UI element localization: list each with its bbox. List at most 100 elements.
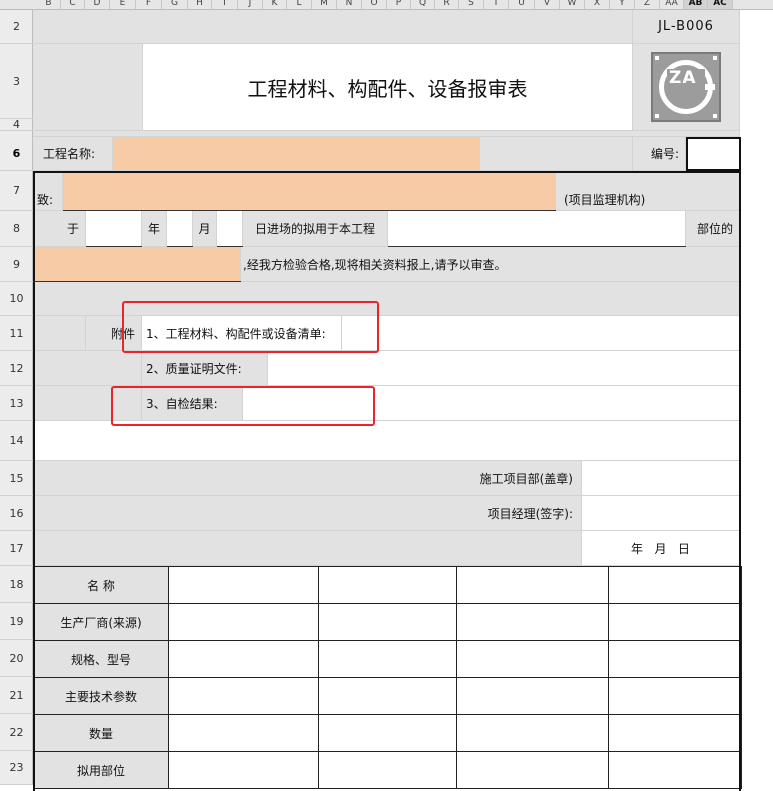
table-input-cell[interactable] [456, 677, 609, 715]
row-header-12[interactable]: 12 [0, 351, 33, 386]
title-cell[interactable]: 工程材料、构配件、设备报审表 [143, 44, 633, 131]
row-header-16[interactable]: 16 [0, 496, 33, 531]
number-label-cell[interactable]: 编号: [633, 137, 686, 171]
table-row-label-cell[interactable]: 规格、型号 [33, 640, 169, 678]
column-header-u[interactable]: U [509, 0, 535, 9]
column-header-f[interactable]: F [136, 0, 162, 9]
entry-date-input[interactable] [217, 211, 243, 247]
column-header-i[interactable]: I [212, 0, 238, 9]
manager-label-cell[interactable]: 项目经理(签字): [33, 496, 582, 531]
table-input-cell[interactable] [608, 566, 742, 604]
column-header-s[interactable]: S [459, 0, 484, 9]
column-header-m[interactable]: M [312, 0, 337, 9]
entry-month-input[interactable] [167, 211, 193, 247]
column-header-y[interactable]: Y [610, 0, 635, 9]
row11-left[interactable] [33, 316, 86, 351]
column-header-aa[interactable]: AA [660, 0, 684, 9]
table-input-cell[interactable] [168, 566, 319, 604]
table-input-cell[interactable] [608, 640, 742, 678]
to-label-cell[interactable]: 致: [33, 171, 63, 211]
row-header-10[interactable]: 10 [0, 282, 33, 316]
project-name-input[interactable] [113, 137, 480, 171]
row-header-15[interactable]: 15 [0, 461, 33, 496]
form-code-cell[interactable]: JL-B006 [633, 10, 740, 44]
row-header-2[interactable]: 2 [0, 10, 33, 44]
row-header-17[interactable]: 17 [0, 531, 33, 566]
row12-left[interactable] [33, 351, 142, 386]
row-header-18[interactable]: 18 [0, 566, 33, 603]
table-input-cell[interactable] [318, 677, 457, 715]
table-row-label-cell[interactable]: 数量 [33, 714, 169, 752]
row-header-3[interactable]: 3 [0, 44, 33, 119]
column-header-w[interactable]: W [560, 0, 585, 9]
supervisor-org-input[interactable] [63, 171, 556, 211]
attach2-cell[interactable]: 2、质量证明文件: [142, 351, 268, 386]
row-header-7[interactable]: 7 [0, 171, 33, 211]
table-input-cell[interactable] [318, 640, 457, 678]
column-header-v[interactable]: V [535, 0, 560, 9]
column-header-q[interactable]: Q [411, 0, 435, 9]
row-header-19[interactable]: 19 [0, 603, 33, 640]
supervisor-org-cell[interactable]: (项目监理机构) [556, 171, 740, 211]
table-input-cell[interactable] [168, 677, 319, 715]
table-input-cell[interactable] [456, 751, 609, 789]
row-header-14[interactable]: 14 [0, 421, 33, 461]
table-input-cell[interactable] [456, 714, 609, 752]
table-input-cell[interactable] [608, 751, 742, 789]
attach2-input[interactable] [268, 351, 740, 386]
table-input-cell[interactable] [608, 603, 742, 641]
table-input-cell[interactable] [608, 714, 742, 752]
row-header-11[interactable]: 11 [0, 316, 33, 351]
column-header-e[interactable]: E [110, 0, 136, 9]
table-input-cell[interactable] [456, 603, 609, 641]
entered-text-cell[interactable]: 日进场的拟用于本工程 [243, 211, 388, 247]
column-header-ac[interactable]: AC [708, 0, 733, 9]
column-header-x[interactable]: X [585, 0, 610, 9]
column-header-d[interactable]: D [85, 0, 110, 9]
column-header-j[interactable]: J [238, 0, 263, 9]
attach1-input[interactable] [342, 316, 740, 351]
row3-left-blank[interactable] [33, 44, 143, 131]
column-header-t[interactable]: T [484, 0, 509, 9]
entry-day-input[interactable] [86, 211, 142, 247]
table-input-cell[interactable] [456, 640, 609, 678]
number-input[interactable] [686, 137, 741, 171]
month-cell[interactable]: 月 [193, 211, 217, 247]
table-row-label-cell[interactable]: 生产厂商(来源) [33, 603, 169, 641]
column-header-r[interactable]: R [435, 0, 459, 9]
table-input-cell[interactable] [318, 714, 457, 752]
year-cell[interactable]: 年 [142, 211, 167, 247]
row-header-22[interactable]: 22 [0, 714, 33, 751]
column-header-g[interactable]: G [162, 0, 188, 9]
table-input-cell[interactable] [318, 751, 457, 789]
column-header-k[interactable]: K [263, 0, 287, 9]
table-row-label-cell[interactable]: 主要技术参数 [33, 677, 169, 715]
row-header-23[interactable]: 23 [0, 751, 33, 785]
table-input-cell[interactable] [456, 566, 609, 604]
project-name-label-cell[interactable]: 工程名称: [33, 137, 113, 171]
column-header-h[interactable]: H [188, 0, 212, 9]
table-input-cell[interactable] [168, 714, 319, 752]
row-header-4[interactable]: 4 [0, 118, 33, 131]
logo-cell[interactable]: ZA [633, 44, 740, 131]
row2-blank[interactable] [33, 10, 633, 44]
row14-blank[interactable] [33, 421, 740, 461]
table-input-cell[interactable] [168, 640, 319, 678]
table-input-cell[interactable] [608, 677, 742, 715]
row-header-21[interactable]: 21 [0, 677, 33, 714]
table-input-cell[interactable] [168, 751, 319, 789]
row-header-8[interactable]: 8 [0, 211, 33, 247]
row17-left[interactable] [33, 531, 582, 566]
table-row-label-cell[interactable]: 名 称 [33, 566, 169, 604]
row-header-6[interactable]: 6 [0, 137, 33, 171]
dept-stamp-input[interactable] [582, 461, 740, 496]
table-input-cell[interactable] [318, 603, 457, 641]
row6-gap[interactable] [480, 137, 633, 171]
table-input-cell[interactable] [318, 566, 457, 604]
material-name-input[interactable] [33, 247, 241, 282]
row-header-20[interactable]: 20 [0, 640, 33, 677]
table-row-label-cell[interactable]: 拟用部位 [33, 751, 169, 789]
table-input-cell[interactable] [168, 603, 319, 641]
column-header-ab[interactable]: AB [684, 0, 708, 9]
position-input[interactable] [388, 211, 686, 247]
